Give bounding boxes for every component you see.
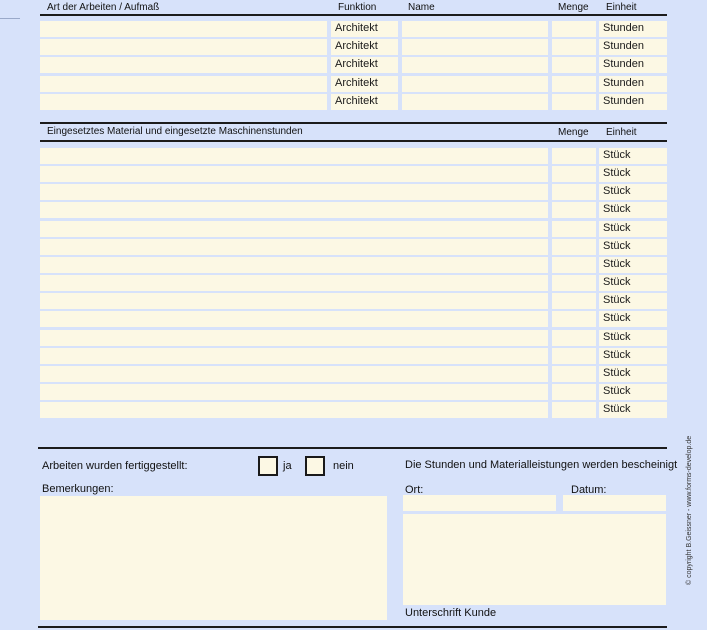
name-cell[interactable]: [402, 75, 548, 92]
menge-cell[interactable]: [552, 75, 596, 92]
einheit-cell[interactable]: Stück: [599, 184, 667, 201]
menge-cell[interactable]: [552, 166, 596, 183]
menge-cell[interactable]: [552, 402, 596, 419]
menge-cell[interactable]: [552, 93, 596, 110]
menge-cell[interactable]: [552, 220, 596, 237]
einheit-cell[interactable]: Stück: [599, 166, 667, 183]
section1-header-rule: [40, 14, 667, 16]
einheit-cell[interactable]: Stunden: [599, 39, 667, 56]
einheit-cell[interactable]: Stück: [599, 293, 667, 310]
completed-label: Arbeiten wurden fertiggestellt:: [42, 460, 188, 472]
yes-checkbox[interactable]: [258, 456, 278, 476]
einheit-cell[interactable]: Stück: [599, 256, 667, 273]
funktion-cell[interactable]: Architekt: [331, 21, 398, 37]
footer-top-rule: [38, 447, 667, 449]
remarks-field[interactable]: [40, 496, 387, 620]
material-cell[interactable]: [40, 256, 548, 273]
menge-cell[interactable]: [552, 383, 596, 400]
header-name: Name: [408, 2, 435, 13]
name-cell[interactable]: [402, 57, 548, 74]
header-einheit-2: Einheit: [606, 127, 637, 138]
section2-top-rule: [40, 122, 667, 124]
menge-cell[interactable]: [552, 329, 596, 346]
einheit-cell[interactable]: Stunden: [599, 21, 667, 37]
einheit-cell[interactable]: Stück: [599, 220, 667, 237]
material-cell[interactable]: [40, 184, 548, 201]
header-funktion: Funktion: [338, 2, 377, 13]
menge-cell[interactable]: [552, 275, 596, 292]
einheit-cell[interactable]: Stück: [599, 347, 667, 364]
signature-label: Unterschrift Kunde: [405, 607, 497, 619]
name-cell[interactable]: [402, 93, 548, 110]
remarks-label: Bemerkungen:: [42, 483, 114, 495]
section2-header-rule: [40, 140, 667, 142]
menge-cell[interactable]: [552, 202, 596, 219]
einheit-cell[interactable]: Stück: [599, 148, 667, 164]
material-cell[interactable]: [40, 275, 548, 292]
material-cell[interactable]: [40, 402, 548, 419]
signature-field[interactable]: [403, 514, 666, 605]
einheit-cell[interactable]: Stück: [599, 202, 667, 219]
einheit-cell[interactable]: Stück: [599, 275, 667, 292]
ort-field[interactable]: [403, 495, 556, 511]
copyright-text: © copyright B.Geissner - www.forms-devel…: [686, 435, 693, 585]
menge-cell[interactable]: [552, 365, 596, 382]
material-cell[interactable]: [40, 347, 548, 364]
menge-cell[interactable]: [552, 311, 596, 328]
name-cell[interactable]: [402, 39, 548, 56]
art-cell[interactable]: [40, 21, 327, 37]
material-cell[interactable]: [40, 238, 548, 255]
name-cell[interactable]: [402, 21, 548, 37]
material-cell[interactable]: [40, 293, 548, 310]
no-checkbox[interactable]: [305, 456, 325, 476]
material-cell[interactable]: [40, 365, 548, 382]
confirm-label: Die Stunden und Materialleistungen werde…: [405, 459, 678, 471]
material-cell[interactable]: [40, 311, 548, 328]
corner-line: [0, 18, 20, 19]
material-cell[interactable]: [40, 220, 548, 237]
einheit-cell[interactable]: Stunden: [599, 93, 667, 110]
einheit-cell[interactable]: Stück: [599, 402, 667, 419]
einheit-cell[interactable]: Stunden: [599, 75, 667, 92]
no-label: nein: [333, 460, 354, 472]
datum-field[interactable]: [563, 495, 666, 511]
einheit-cell[interactable]: Stück: [599, 383, 667, 400]
menge-cell[interactable]: [552, 184, 596, 201]
material-cell[interactable]: [40, 166, 548, 183]
header-art: Art der Arbeiten / Aufmaß: [47, 2, 160, 13]
menge-cell[interactable]: [552, 57, 596, 74]
einheit-cell[interactable]: Stück: [599, 365, 667, 382]
menge-cell[interactable]: [552, 238, 596, 255]
art-cell[interactable]: [40, 93, 327, 110]
einheit-cell[interactable]: Stunden: [599, 57, 667, 74]
einheit-cell[interactable]: Stück: [599, 329, 667, 346]
funktion-cell[interactable]: Architekt: [331, 93, 398, 110]
material-cell[interactable]: [40, 148, 548, 164]
header-material: Eingesetztes Material und eingesetzte Ma…: [47, 126, 303, 137]
funktion-cell[interactable]: Architekt: [331, 57, 398, 74]
menge-cell[interactable]: [552, 148, 596, 164]
art-cell[interactable]: [40, 57, 327, 74]
material-cell[interactable]: [40, 329, 548, 346]
menge-cell[interactable]: [552, 347, 596, 364]
material-cell[interactable]: [40, 383, 548, 400]
header-menge: Menge: [558, 2, 589, 13]
menge-cell[interactable]: [552, 21, 596, 37]
funktion-cell[interactable]: Architekt: [331, 39, 398, 56]
material-cell[interactable]: [40, 202, 548, 219]
einheit-cell[interactable]: Stück: [599, 238, 667, 255]
menge-cell[interactable]: [552, 256, 596, 273]
yes-label: ja: [283, 460, 292, 472]
art-cell[interactable]: [40, 75, 327, 92]
header-menge-2: Menge: [558, 127, 589, 138]
funktion-cell[interactable]: Architekt: [331, 75, 398, 92]
einheit-cell[interactable]: Stück: [599, 311, 667, 328]
footer-bottom-rule: [38, 626, 667, 628]
menge-cell[interactable]: [552, 293, 596, 310]
art-cell[interactable]: [40, 39, 327, 56]
header-einheit: Einheit: [606, 2, 637, 13]
menge-cell[interactable]: [552, 39, 596, 56]
